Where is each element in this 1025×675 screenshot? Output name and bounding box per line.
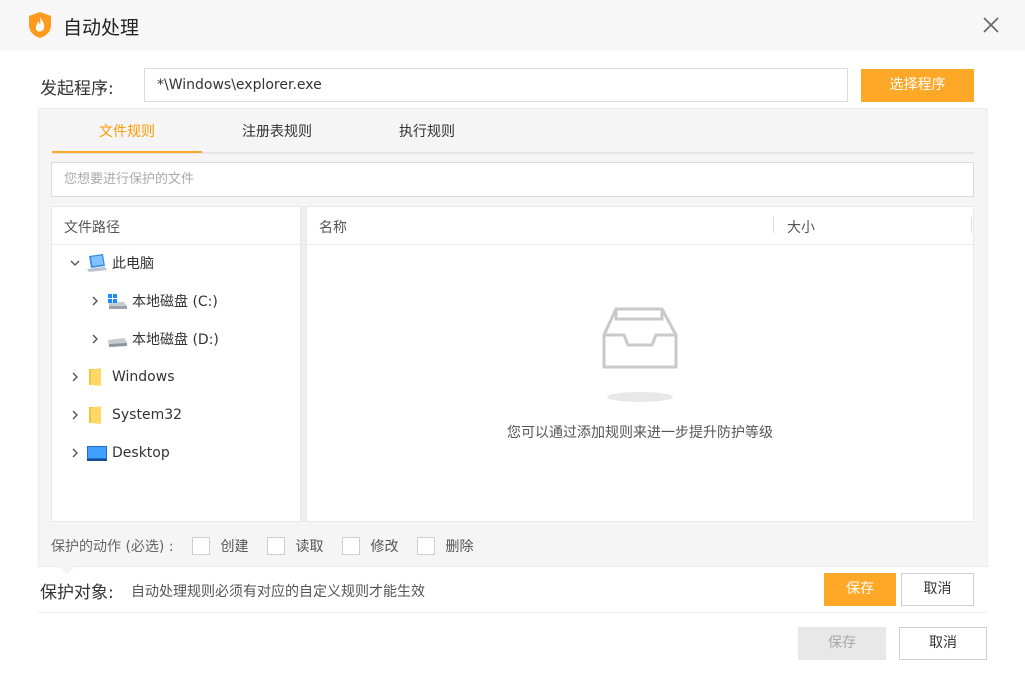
computer-icon: [87, 254, 107, 272]
checkbox-label: 删除: [445, 539, 474, 555]
chevron-right-icon[interactable]: [88, 294, 102, 308]
checkbox-modify[interactable]: [341, 537, 360, 555]
active-tab-indicator: [52, 151, 202, 153]
checkbox-label: 创建: [220, 539, 249, 555]
cancel-rule-button[interactable]: 取消: [901, 573, 974, 606]
folder-icon: [89, 406, 101, 424]
tab-execute-rules[interactable]: 执行规则: [352, 121, 502, 151]
tree-item-drive-d[interactable]: 本地磁盘 (D:): [88, 327, 219, 351]
close-icon[interactable]: [978, 12, 1004, 38]
file-list: 名称 大小 您可以通过添加规则来进一步提升防护等级: [306, 206, 974, 522]
tab-file-rules[interactable]: 文件规则: [52, 121, 202, 151]
column-separator[interactable]: [971, 217, 972, 233]
save-button[interactable]: 保存: [798, 627, 886, 660]
select-program-button[interactable]: 选择程序: [861, 69, 974, 102]
tree-item-label: 本地磁盘 (C:): [132, 294, 218, 310]
chevron-down-icon[interactable]: [68, 256, 82, 270]
checkbox-create[interactable]: [191, 537, 210, 555]
panel-pointer: [58, 566, 76, 575]
tab-registry-rules[interactable]: 注册表规则: [202, 121, 352, 151]
file-search-input[interactable]: 您想要进行保护的文件: [51, 162, 974, 197]
column-header-name[interactable]: 名称: [319, 217, 347, 237]
tree-item-desktop[interactable]: Desktop: [68, 441, 170, 465]
title-bar: 自动处理: [0, 0, 1025, 50]
tree-item-label: Windows: [112, 369, 175, 385]
chevron-right-icon[interactable]: [68, 370, 82, 384]
divider: [38, 612, 988, 613]
launcher-path-field[interactable]: *\Windows\explorer.exe: [144, 68, 848, 102]
checkbox-label: 修改: [370, 539, 399, 555]
checkbox-read[interactable]: [266, 537, 285, 555]
folder-tree: 文件路径 此电脑 本地磁盘 (C:) 本地磁盘 (D:) Windows Sys…: [51, 206, 301, 522]
tree-item-drive-c[interactable]: 本地磁盘 (C:): [88, 289, 218, 313]
tree-item-label: Desktop: [112, 445, 170, 461]
drive-icon: [108, 338, 127, 347]
checkbox-label: 读取: [295, 539, 324, 555]
tree-item-this-pc[interactable]: 此电脑: [68, 251, 154, 275]
tree-item-windows[interactable]: Windows: [68, 365, 175, 389]
system-drive-icon: [108, 294, 127, 309]
protect-target-label: 保护对象:: [40, 583, 114, 603]
chevron-right-icon[interactable]: [68, 408, 82, 422]
tree-item-label: 此电脑: [112, 256, 154, 272]
divider: [307, 244, 973, 245]
tree-header: 文件路径: [64, 220, 120, 236]
chevron-right-icon[interactable]: [68, 446, 82, 460]
checkbox-delete[interactable]: [416, 537, 435, 555]
protect-actions: 保护的动作 (必选) : 创建 读取 修改 删除: [51, 536, 492, 556]
tree-item-label: System32: [112, 407, 183, 423]
window-title: 自动处理: [63, 17, 140, 39]
rules-panel: 文件规则 注册表规则 执行规则 您想要进行保护的文件 文件路径 此电脑 本地磁盘…: [38, 108, 988, 567]
empty-tray-icon: [602, 307, 678, 402]
save-rule-button[interactable]: 保存: [824, 573, 896, 606]
cancel-button[interactable]: 取消: [899, 627, 987, 660]
actions-label: 保护的动作 (必选) :: [51, 539, 174, 555]
column-separator[interactable]: [773, 217, 774, 233]
launcher-label: 发起程序:: [40, 79, 114, 99]
divider: [52, 244, 300, 245]
tree-item-label: 本地磁盘 (D:): [132, 332, 219, 348]
desktop-icon: [87, 446, 107, 461]
empty-state-text: 您可以通过添加规则来进一步提升防护等级: [507, 425, 773, 441]
chevron-right-icon[interactable]: [88, 332, 102, 346]
folder-icon: [89, 368, 101, 386]
flame-shield-icon: [29, 12, 51, 38]
tree-item-system32[interactable]: System32: [68, 403, 182, 427]
column-header-size[interactable]: 大小: [787, 217, 815, 237]
rule-tabs: 文件规则 注册表规则 执行规则: [52, 109, 974, 154]
protect-target-note: 自动处理规则必须有对应的自定义规则才能生效: [131, 584, 425, 600]
